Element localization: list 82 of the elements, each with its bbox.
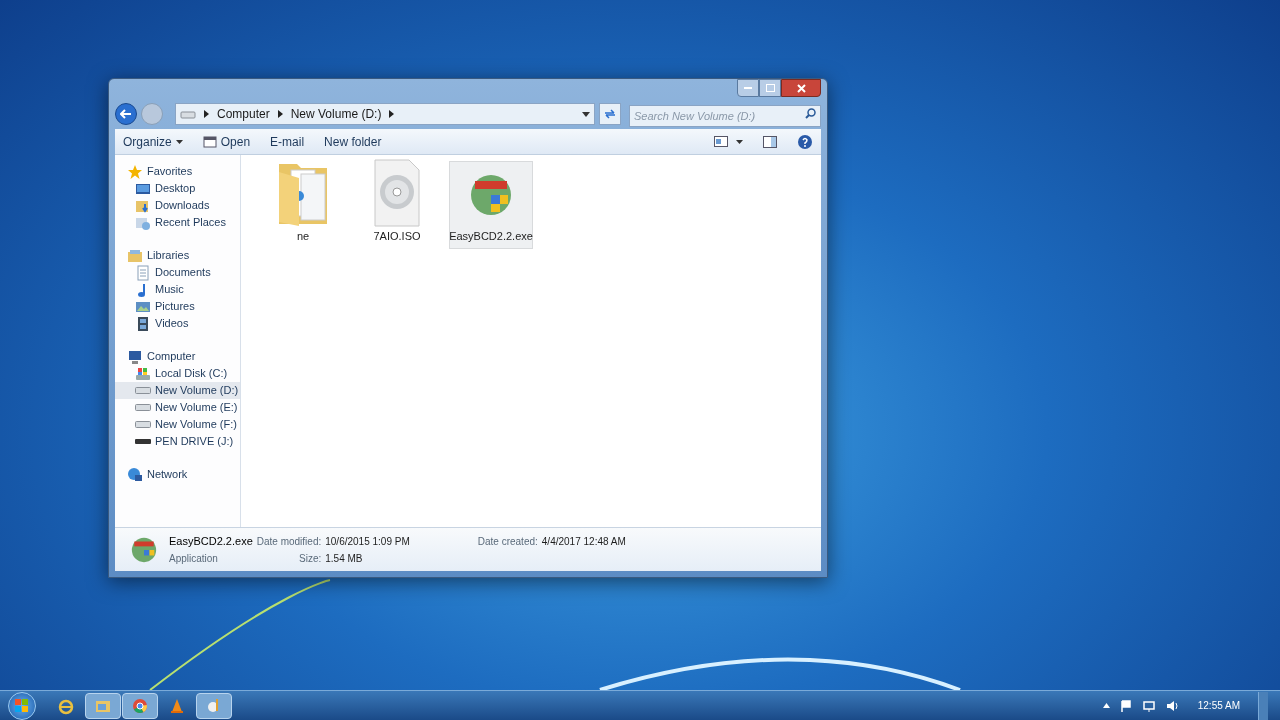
film-icon bbox=[135, 315, 151, 332]
close-icon bbox=[796, 83, 806, 93]
drive-icon bbox=[180, 109, 196, 119]
nav-group[interactable]: Libraries bbox=[115, 247, 240, 264]
nav-item[interactable]: Music bbox=[115, 281, 240, 298]
address-bar[interactable]: Computer New Volume (D:) bbox=[175, 103, 595, 125]
dropdown-arrow-icon bbox=[582, 111, 590, 117]
detail-label: Date modified: bbox=[256, 534, 322, 549]
chevron-icon bbox=[277, 110, 283, 118]
close-button[interactable] bbox=[781, 79, 821, 97]
file-name: EasyBCD2.2.exe bbox=[169, 533, 253, 549]
document-icon bbox=[135, 264, 151, 281]
drive-icon bbox=[135, 439, 151, 444]
speaker-icon[interactable] bbox=[1165, 699, 1180, 712]
nav-group[interactable]: Computer bbox=[115, 348, 240, 365]
search-icon bbox=[805, 108, 816, 119]
breadcrumb-item[interactable]: Computer bbox=[217, 105, 270, 123]
nav-item[interactable]: Downloads bbox=[115, 197, 240, 214]
nav-item[interactable]: Videos bbox=[115, 315, 240, 332]
nav-item[interactable]: PEN DRIVE (J:) bbox=[115, 433, 240, 450]
preview-pane-button[interactable] bbox=[763, 135, 777, 148]
toolbar-button[interactable]: E-mail bbox=[270, 132, 305, 151]
view-button[interactable] bbox=[714, 136, 743, 147]
minimize-button[interactable] bbox=[737, 79, 759, 97]
detail-value: 4/4/2017 12:48 AM bbox=[541, 534, 626, 549]
nav-item[interactable]: Pictures bbox=[115, 298, 240, 315]
maximize-icon bbox=[765, 84, 775, 92]
computer-icon bbox=[127, 348, 143, 365]
refresh-button[interactable] bbox=[599, 103, 621, 125]
maximize-button[interactable] bbox=[759, 79, 781, 97]
detail-label: Date created: bbox=[477, 534, 538, 549]
view-icon bbox=[714, 136, 728, 147]
nav-group[interactable]: Favorites bbox=[115, 163, 240, 180]
windows-logo-icon bbox=[15, 698, 29, 713]
back-button[interactable] bbox=[115, 103, 137, 125]
toolbar-button[interactable]: New folder bbox=[324, 132, 382, 151]
nav-item[interactable]: Desktop bbox=[115, 180, 240, 197]
detail-label: Size: bbox=[298, 552, 322, 567]
back-arrow-icon bbox=[120, 109, 132, 119]
toolbar-button[interactable]: Organize bbox=[123, 132, 183, 151]
chevron-icon bbox=[389, 110, 395, 118]
help-icon bbox=[797, 133, 813, 150]
chrome-icon bbox=[131, 696, 149, 715]
library-icon bbox=[127, 247, 143, 264]
nav-group[interactable]: Network bbox=[115, 466, 240, 483]
file-item[interactable]: 7AIO.ISO bbox=[355, 161, 439, 249]
nav-item[interactable]: Local Disk (C:) bbox=[115, 365, 240, 382]
drive-icon bbox=[135, 404, 151, 411]
pane-icon bbox=[763, 135, 777, 148]
file-type: Application bbox=[169, 552, 219, 567]
file-item[interactable]: ne bbox=[261, 161, 345, 249]
taskbar-button[interactable] bbox=[196, 692, 232, 719]
search-field[interactable]: Search New Volume (D:) bbox=[629, 105, 821, 127]
detail-value: 1.54 MB bbox=[325, 552, 364, 567]
help-button[interactable] bbox=[797, 133, 813, 150]
network-icon[interactable] bbox=[1141, 699, 1156, 712]
nav-item[interactable]: New Volume (D:) bbox=[115, 382, 240, 399]
taskbar-button[interactable] bbox=[85, 692, 121, 719]
minimize-icon bbox=[744, 86, 752, 90]
caret-icon bbox=[175, 139, 183, 144]
toolbar-button[interactable]: Open bbox=[202, 132, 251, 151]
file-item[interactable]: EasyBCD2.2.exe bbox=[449, 161, 533, 249]
window-icon bbox=[202, 134, 217, 149]
nav-item[interactable]: Recent Places bbox=[115, 214, 240, 231]
refresh-icon bbox=[604, 109, 616, 119]
taskbar-button[interactable] bbox=[122, 692, 158, 719]
drive-icon bbox=[135, 387, 151, 394]
start-button[interactable] bbox=[8, 691, 36, 720]
breadcrumb-item[interactable]: New Volume (D:) bbox=[290, 105, 382, 123]
chevron-icon bbox=[204, 110, 209, 118]
flag-icon[interactable] bbox=[1119, 699, 1132, 712]
star-icon bbox=[127, 163, 143, 180]
drive-icon bbox=[135, 421, 151, 428]
clock[interactable]: 12:55 AM bbox=[1197, 698, 1240, 713]
drive-icon bbox=[135, 365, 151, 382]
detail-value: 10/6/2015 1:09 PM bbox=[325, 534, 410, 549]
nav-item[interactable]: New Volume (E:) bbox=[115, 399, 240, 416]
show-hidden-icons-icon[interactable] bbox=[1102, 703, 1110, 708]
caret-icon bbox=[736, 139, 743, 144]
nav-item[interactable]: New Volume (F:) bbox=[115, 416, 240, 433]
nav-item[interactable]: Documents bbox=[115, 264, 240, 281]
network-icon bbox=[127, 466, 143, 483]
